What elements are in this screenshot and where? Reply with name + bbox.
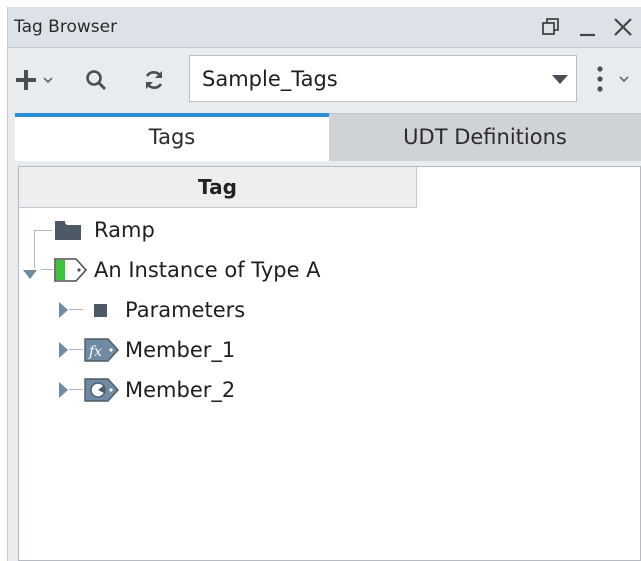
tree-row-parameters[interactable]: Parameters xyxy=(19,291,619,329)
dropdown-caret-icon xyxy=(552,75,568,84)
expression-tag-icon: fx xyxy=(84,338,120,366)
kebab-menu-icon xyxy=(597,66,603,92)
svg-text:fx: fx xyxy=(88,344,102,360)
opc-tag-icon xyxy=(84,378,120,406)
column-header-tag[interactable]: Tag xyxy=(19,167,417,208)
toolbar: Sample_Tags xyxy=(8,48,641,112)
tree-row-label: Member_1 xyxy=(125,338,236,362)
expand-arrow-icon[interactable] xyxy=(59,302,69,322)
expand-arrow-icon[interactable] xyxy=(59,342,69,362)
tab-udt-definitions[interactable]: UDT Definitions xyxy=(329,113,641,161)
tree-row-label: Member_2 xyxy=(125,378,236,402)
udt-instance-icon xyxy=(54,258,88,286)
tree-row-label: Parameters xyxy=(125,298,246,322)
window-title: Tag Browser xyxy=(14,17,118,37)
tree-row-label: Ramp xyxy=(94,218,155,242)
title-bar: Tag Browser xyxy=(8,7,641,48)
more-options-button[interactable] xyxy=(594,64,636,98)
folder-icon xyxy=(54,219,82,245)
tab-tags[interactable]: Tags xyxy=(15,113,329,161)
tree-row-member-1[interactable]: fx Member_1 xyxy=(19,331,619,369)
add-tag-button[interactable] xyxy=(16,68,62,96)
chevron-down-icon xyxy=(43,77,53,84)
tag-provider-dropdown[interactable]: Sample_Tags xyxy=(189,55,577,102)
tag-provider-value: Sample_Tags xyxy=(202,67,338,91)
chevron-down-icon xyxy=(619,76,629,83)
tab-bar: Tags UDT Definitions xyxy=(15,113,641,161)
parameters-icon xyxy=(94,303,108,322)
tree-row-label: An Instance of Type A xyxy=(94,258,321,282)
tree-row-member-2[interactable]: Member_2 xyxy=(19,371,619,409)
plus-icon xyxy=(16,70,36,90)
tag-browser-panel: Tag Browser Sample_Tags Tags UDT Definit… xyxy=(7,7,641,561)
tree-row-ramp[interactable]: Ramp xyxy=(19,211,619,249)
expand-arrow-icon[interactable] xyxy=(59,382,69,402)
tag-tree-table: Tag Ramp An Instance of Type A Parameter… xyxy=(18,166,641,561)
close-icon[interactable] xyxy=(611,15,635,39)
minimize-icon[interactable] xyxy=(576,15,600,39)
collapse-arrow-icon[interactable] xyxy=(23,265,37,284)
refresh-icon[interactable] xyxy=(142,68,166,96)
restore-icon[interactable] xyxy=(538,15,562,39)
tree-row-udt-instance[interactable]: An Instance of Type A xyxy=(19,251,619,289)
search-icon[interactable] xyxy=(84,68,108,96)
